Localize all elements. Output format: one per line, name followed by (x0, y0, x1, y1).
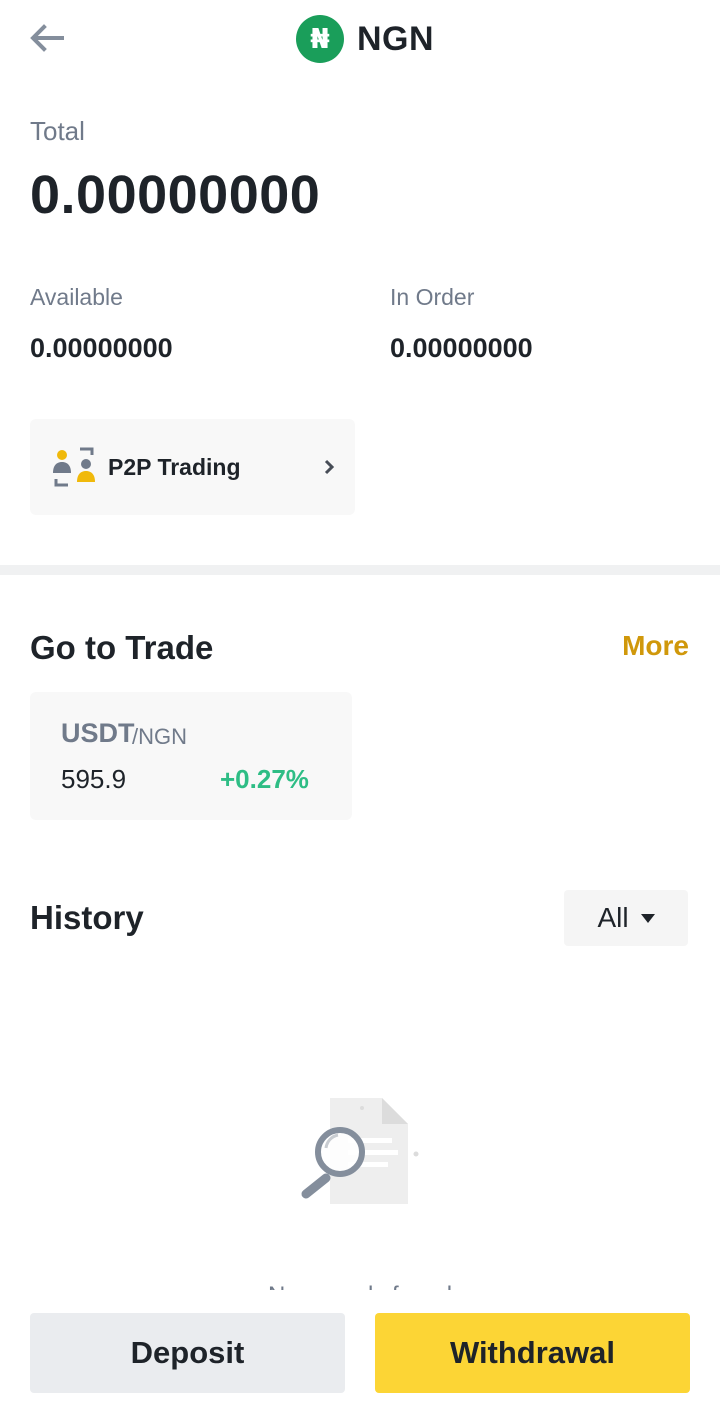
trading-pair-card[interactable]: USDT /NGN 595.9 +0.27% (30, 692, 352, 820)
no-records-search-icon (301, 1098, 419, 1204)
p2p-trading-icon (53, 447, 95, 487)
chevron-right-icon (324, 459, 335, 475)
pair-quote-symbol: /NGN (132, 724, 187, 749)
deposit-button[interactable]: Deposit (30, 1313, 345, 1393)
header: ₦ NGN (0, 0, 720, 80)
bottom-action-bar: Deposit Withdrawal (0, 1290, 720, 1417)
back-button[interactable] (22, 16, 74, 60)
total-label: Total (30, 116, 85, 146)
naira-symbol: ₦ (310, 22, 329, 55)
section-divider (0, 565, 720, 575)
history-filter-dropdown[interactable]: All (564, 890, 688, 946)
history-filter-label: All (597, 902, 629, 933)
header-title-group: ₦ NGN (296, 14, 434, 64)
pair-base-symbol: USDT (61, 718, 135, 748)
go-to-trade-title: Go to Trade (30, 629, 214, 666)
in-order-value: 0.00000000 (390, 333, 533, 363)
page-title: NGN (357, 19, 435, 58)
available-label: Available (30, 284, 123, 310)
in-order-label: In Order (390, 284, 475, 310)
more-link[interactable]: More (622, 630, 689, 662)
caret-down-icon (640, 913, 655, 923)
asset-detail-page: ₦ NGN Total 0.00000000 Available 0.00000… (0, 0, 720, 1417)
pair-price: 595.9 (61, 764, 127, 794)
total-value: 0.00000000 (30, 165, 321, 225)
withdrawal-button[interactable]: Withdrawal (375, 1313, 690, 1393)
available-value: 0.00000000 (30, 333, 173, 363)
p2p-trading-card[interactable]: P2P Trading (30, 419, 355, 515)
pair-change: +0.27% (220, 764, 309, 794)
history-title: History (30, 899, 144, 936)
arrow-left-icon (30, 24, 64, 52)
naira-icon: ₦ (296, 15, 344, 63)
p2p-trading-label: P2P Trading (108, 453, 241, 480)
